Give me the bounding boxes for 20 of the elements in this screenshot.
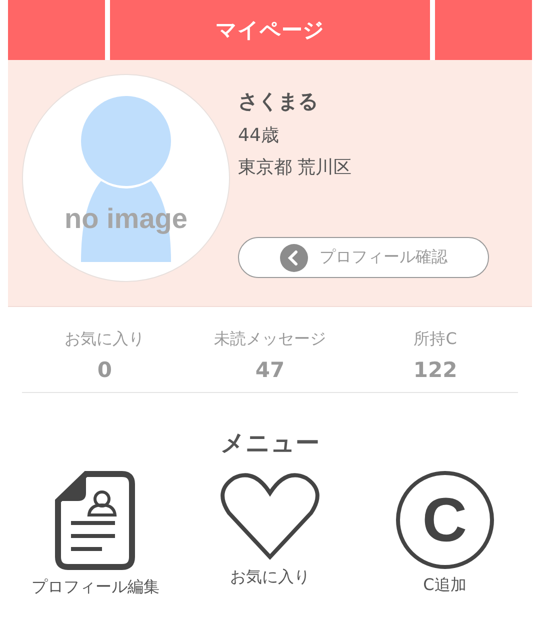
heart-icon <box>220 471 320 561</box>
menu-item[interactable]: お気に入り <box>182 471 358 598</box>
user-location: 東京都 荒川区 <box>238 156 353 179</box>
menu-item[interactable]: C C追加 <box>357 471 532 598</box>
profile-document-icon <box>54 471 136 571</box>
header-button[interactable] <box>435 0 532 60</box>
stat-label: お気に入り <box>64 329 145 350</box>
stat-value: 47 <box>255 358 285 382</box>
stat-value: 122 <box>413 358 458 382</box>
stat-label: 未読メッセージ <box>214 329 326 350</box>
user-age: 44歳 <box>238 124 280 147</box>
page-title: マイページ <box>216 17 324 44</box>
stat-label: 所持C <box>414 329 457 350</box>
stat-value: 0 <box>97 358 112 382</box>
chevron-left-icon <box>280 244 308 272</box>
menu-heading: メニュー <box>220 429 320 457</box>
menu-item[interactable]: プロフィール編集 <box>8 471 183 598</box>
user-name: さくまる <box>238 88 319 115</box>
coin-icon: C <box>396 471 494 569</box>
header-button[interactable] <box>8 0 105 60</box>
